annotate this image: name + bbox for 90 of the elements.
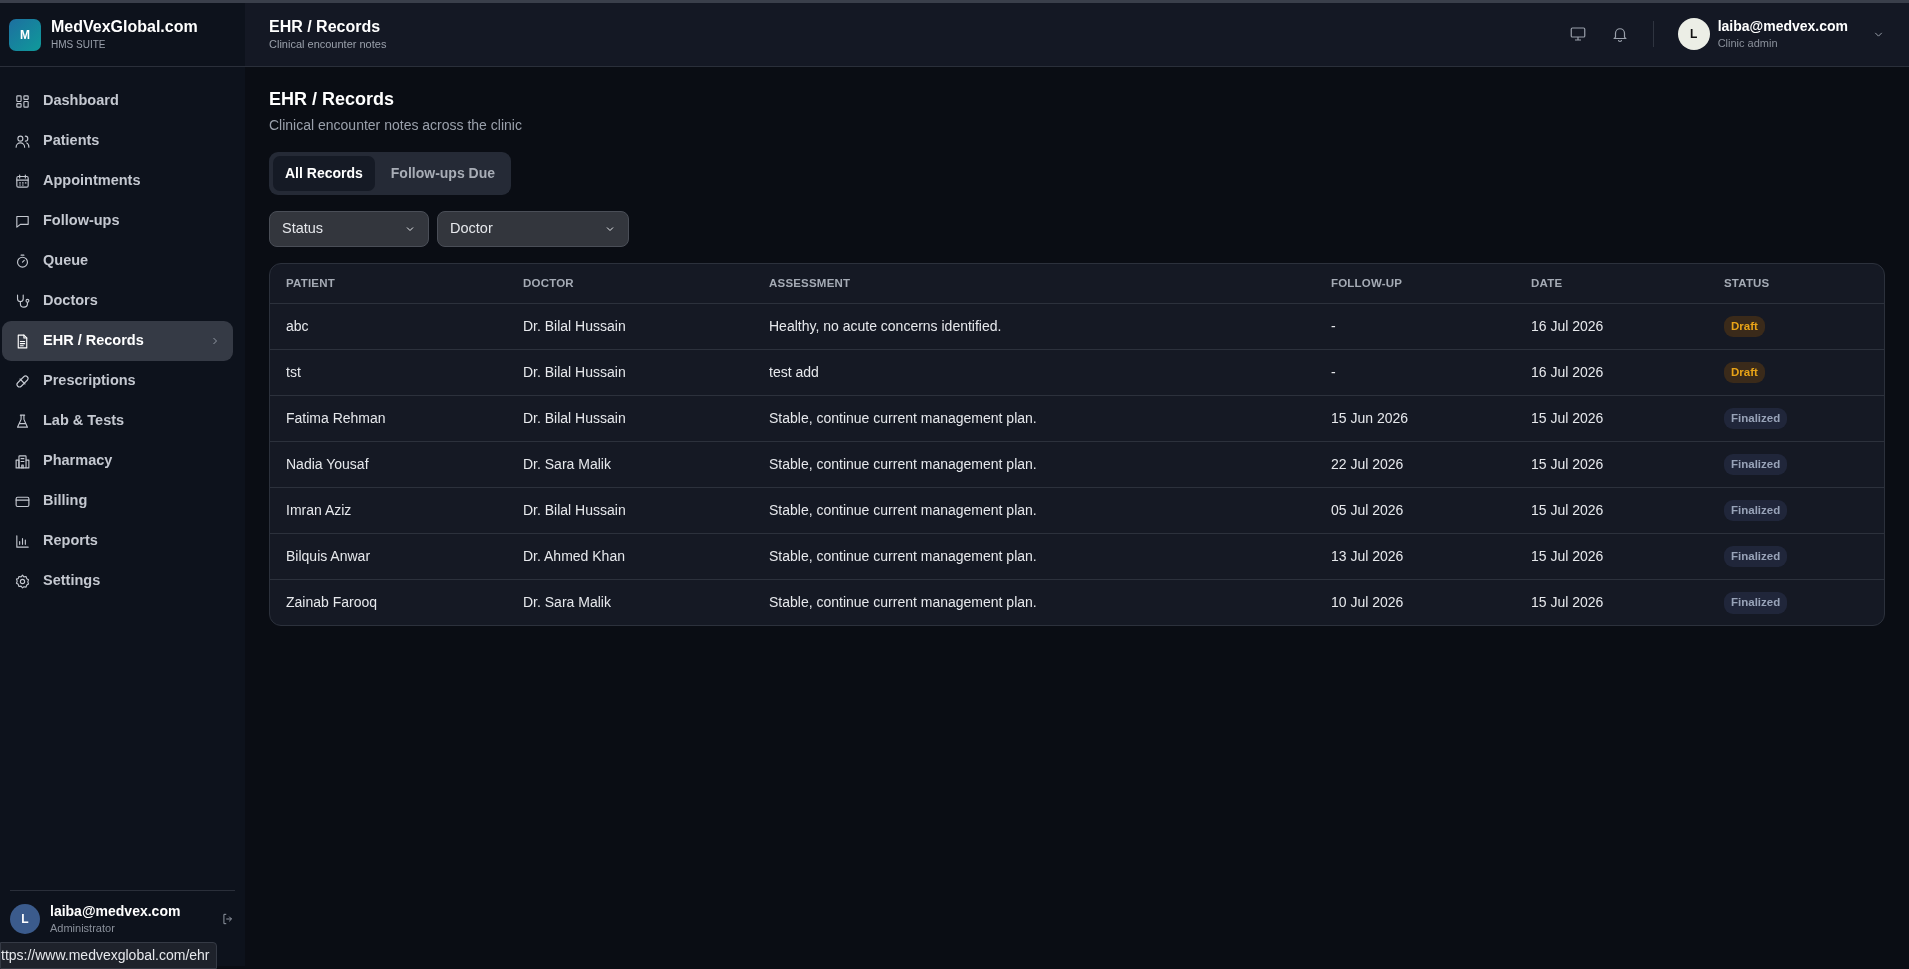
sidebar-item[interactable]: Follow-ups xyxy=(2,201,233,241)
header-subtitle: Clinical encounter notes xyxy=(269,36,387,52)
table-cell: tst xyxy=(270,349,507,396)
user-email: laiba@medvex.com xyxy=(50,902,182,920)
logout-icon[interactable] xyxy=(221,912,235,927)
table-cell: Dr. Sara Malik xyxy=(507,579,753,626)
grid-icon xyxy=(14,92,31,110)
brand-name: MedVexGlobal.com xyxy=(51,17,198,37)
status-badge: Finalized xyxy=(1724,500,1788,522)
table-cell: Imran Aziz xyxy=(270,487,507,534)
user-role: Administrator xyxy=(50,920,116,936)
logo: M xyxy=(9,18,41,51)
status-badge: Draft xyxy=(1724,316,1765,338)
table-cell: Dr. Sara Malik xyxy=(507,441,753,488)
user-email: laiba@medvex.com xyxy=(1717,17,1848,35)
table-cell: - xyxy=(1315,349,1515,396)
status-badge: Finalized xyxy=(1724,546,1788,568)
filter-dropdown[interactable]: Status xyxy=(269,210,429,247)
sidebar-item[interactable]: Settings xyxy=(2,561,233,601)
sidebar-item[interactable]: Prescriptions xyxy=(2,361,233,401)
table-cell: Dr. Bilal Hussain xyxy=(507,487,753,534)
page-title: EHR / Records xyxy=(269,89,396,111)
column-header: DOCTOR xyxy=(507,263,753,304)
status-badge: Finalized xyxy=(1724,408,1788,430)
brand-subtitle: HMS SUITE xyxy=(51,37,107,52)
table-cell: Fatima Rehman xyxy=(270,395,507,442)
table-cell: 15 Jul 2026 xyxy=(1515,579,1708,626)
table-cell: 15 Jul 2026 xyxy=(1515,487,1708,534)
table-cell: Stable, continue current management plan. xyxy=(753,487,1315,534)
user-avatar[interactable]: L xyxy=(1677,18,1710,51)
calendar-icon xyxy=(14,172,31,190)
table-cell: 13 Jul 2026 xyxy=(1315,533,1515,580)
table-cell: 15 Jul 2026 xyxy=(1515,395,1708,442)
page-subtitle: Clinical encounter notes across the clinic xyxy=(269,115,523,135)
sidebar-item[interactable]: Billing xyxy=(2,481,233,521)
table-cell: Bilquis Anwar xyxy=(270,533,507,580)
link-url-tooltip: ttps://www.medvexglobal.com/ehr xyxy=(0,942,217,969)
filter-dropdown[interactable]: Doctor xyxy=(437,210,629,247)
table-cell: Stable, continue current management plan. xyxy=(753,579,1315,626)
sidebar-item[interactable]: Queue xyxy=(2,241,233,281)
column-header: ASSESSMENT xyxy=(753,263,1315,304)
table-cell: Dr. Bilal Hussain xyxy=(507,395,753,442)
table-cell: test add xyxy=(753,349,1315,396)
pill-icon xyxy=(14,372,31,390)
status-badge: Finalized xyxy=(1724,592,1788,614)
table-cell: Zainab Farooq xyxy=(270,579,507,626)
table-cell: Dr. Bilal Hussain xyxy=(507,349,753,396)
table-cell: Dr. Bilal Hussain xyxy=(507,303,753,350)
sidebar-item[interactable]: Lab & Tests xyxy=(2,401,233,441)
column-header: DATE xyxy=(1515,263,1708,304)
table-cell: 16 Jul 2026 xyxy=(1515,349,1708,396)
column-header: STATUS xyxy=(1708,263,1884,304)
table-cell: Dr. Ahmed Khan xyxy=(507,533,753,580)
sidebar-item[interactable]: EHR / Records xyxy=(2,321,233,361)
column-header: FOLLOW-UP xyxy=(1315,263,1515,304)
status-badge: Draft xyxy=(1724,362,1765,384)
bar-chart-icon xyxy=(14,532,31,550)
monitor-icon[interactable] xyxy=(1568,25,1587,44)
table-cell: 22 Jul 2026 xyxy=(1315,441,1515,488)
flask-icon xyxy=(14,412,31,430)
stethoscope-icon xyxy=(14,292,31,310)
sidebar-item[interactable]: Patients xyxy=(2,121,233,161)
sidebar-item[interactable]: Dashboard xyxy=(2,81,233,121)
tab[interactable]: All Records xyxy=(273,155,375,191)
status-badge: Finalized xyxy=(1724,454,1788,476)
column-header: PATIENT xyxy=(270,263,507,304)
sidebar-item[interactable]: Pharmacy xyxy=(2,441,233,481)
table-cell: Healthy, no acute concerns identified. xyxy=(753,303,1315,350)
table-cell: Nadia Yousaf xyxy=(270,441,507,488)
table-cell: - xyxy=(1315,303,1515,350)
sidebar-item[interactable]: Doctors xyxy=(2,281,233,321)
header-title: EHR / Records xyxy=(269,16,382,36)
table-cell: 10 Jul 2026 xyxy=(1315,579,1515,626)
tab[interactable]: Follow-ups Due xyxy=(378,155,508,191)
table-cell: 15 Jul 2026 xyxy=(1515,441,1708,488)
user-role: Clinic admin xyxy=(1717,35,1779,51)
building-icon xyxy=(14,452,31,470)
table-cell: abc xyxy=(270,303,507,350)
table-cell: Stable, continue current management plan. xyxy=(753,395,1315,442)
table-cell: 16 Jul 2026 xyxy=(1515,303,1708,350)
table-cell: Stable, continue current management plan. xyxy=(753,533,1315,580)
sidebar-item[interactable]: Reports xyxy=(2,521,233,561)
table-cell: 15 Jun 2026 xyxy=(1315,395,1515,442)
settings-icon xyxy=(14,572,31,590)
sidebar-item[interactable]: Appointments xyxy=(2,161,233,201)
stopwatch-icon xyxy=(14,252,31,270)
table-cell: 15 Jul 2026 xyxy=(1515,533,1708,580)
user-avatar: L xyxy=(10,904,40,935)
table-cell: Stable, continue current management plan. xyxy=(753,441,1315,488)
table-cell: 05 Jul 2026 xyxy=(1315,487,1515,534)
